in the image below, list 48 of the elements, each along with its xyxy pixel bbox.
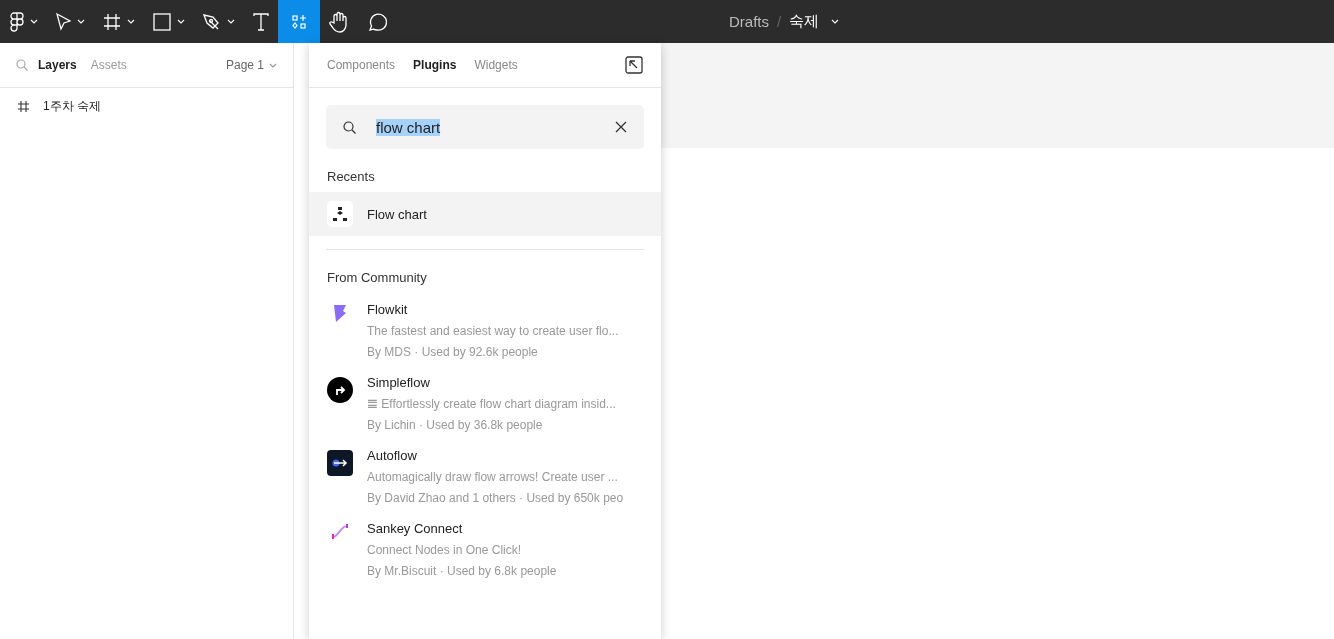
caret-icon xyxy=(177,19,185,24)
caret-icon xyxy=(227,19,235,24)
plugin-name[interactable]: Sankey Connect xyxy=(367,521,557,536)
plugin-description: 𝌆 Effortlessly create flow chart diagram insid... xyxy=(367,397,616,411)
cursor-icon xyxy=(55,12,71,31)
plugin-item[interactable]: Flow chart xyxy=(309,192,661,236)
panel-tab[interactable]: Plugins xyxy=(413,58,457,72)
plugin-meta: By David Zhao and 1 others · Used by 650k peo xyxy=(367,491,624,505)
page-selector[interactable]: Page 1 xyxy=(225,58,277,72)
plugin-name[interactable]: Autoflow xyxy=(367,448,624,463)
layer-item[interactable]: 1주차 숙제 xyxy=(0,88,293,125)
frame-icon xyxy=(103,12,121,31)
plugin-meta: By Lichin · Used by 36.8k people xyxy=(367,418,544,432)
rectangle-icon xyxy=(153,12,171,31)
plugin-logo-icon xyxy=(333,304,347,323)
panel-tab[interactable]: Widgets xyxy=(474,58,518,72)
plugin-description: Automagically draw flow arrows! Create user ... xyxy=(367,470,619,484)
frame-icon xyxy=(18,101,29,112)
flowchart-icon xyxy=(327,201,353,227)
search-icon xyxy=(343,120,356,134)
hand-icon xyxy=(329,10,349,33)
collapse-icon[interactable] xyxy=(625,56,643,74)
caret-icon xyxy=(269,62,277,68)
plugin-meta: By MDS · Used by 92.6k people xyxy=(367,345,539,359)
breadcrumb-folder[interactable]: Drafts xyxy=(729,13,769,30)
plugin-name[interactable]: Simpleflow xyxy=(367,375,616,390)
plugin-description: The fastest and easiest way to create user flo... xyxy=(367,324,619,338)
plugin-description: Connect Nodes in One Click! xyxy=(367,543,523,557)
logo-icon xyxy=(10,11,24,32)
section-heading: From Community xyxy=(326,269,428,287)
pen-icon xyxy=(203,12,221,31)
caret-icon[interactable] xyxy=(831,19,840,24)
breadcrumb-separator: / xyxy=(777,13,782,30)
section-heading: Recents xyxy=(326,168,376,186)
plugin-meta: By Mr.Biscuit · Used by 6.8k people xyxy=(367,564,557,578)
comment-icon xyxy=(367,11,387,32)
panel-tab[interactable]: Layers xyxy=(38,58,77,72)
file-name[interactable]: 숙제 xyxy=(789,12,820,31)
clear-icon[interactable] xyxy=(615,121,627,133)
caret-icon xyxy=(127,19,135,24)
text-icon xyxy=(253,12,269,31)
search-field[interactable]: flow chart xyxy=(326,105,644,149)
shapes-grid-icon xyxy=(292,14,306,29)
panel-tab[interactable]: Components xyxy=(327,58,396,72)
caret-icon xyxy=(30,19,38,24)
caret-icon xyxy=(77,19,85,24)
curve-line-icon xyxy=(331,523,349,539)
plugin-name[interactable]: Flowkit xyxy=(367,302,619,317)
